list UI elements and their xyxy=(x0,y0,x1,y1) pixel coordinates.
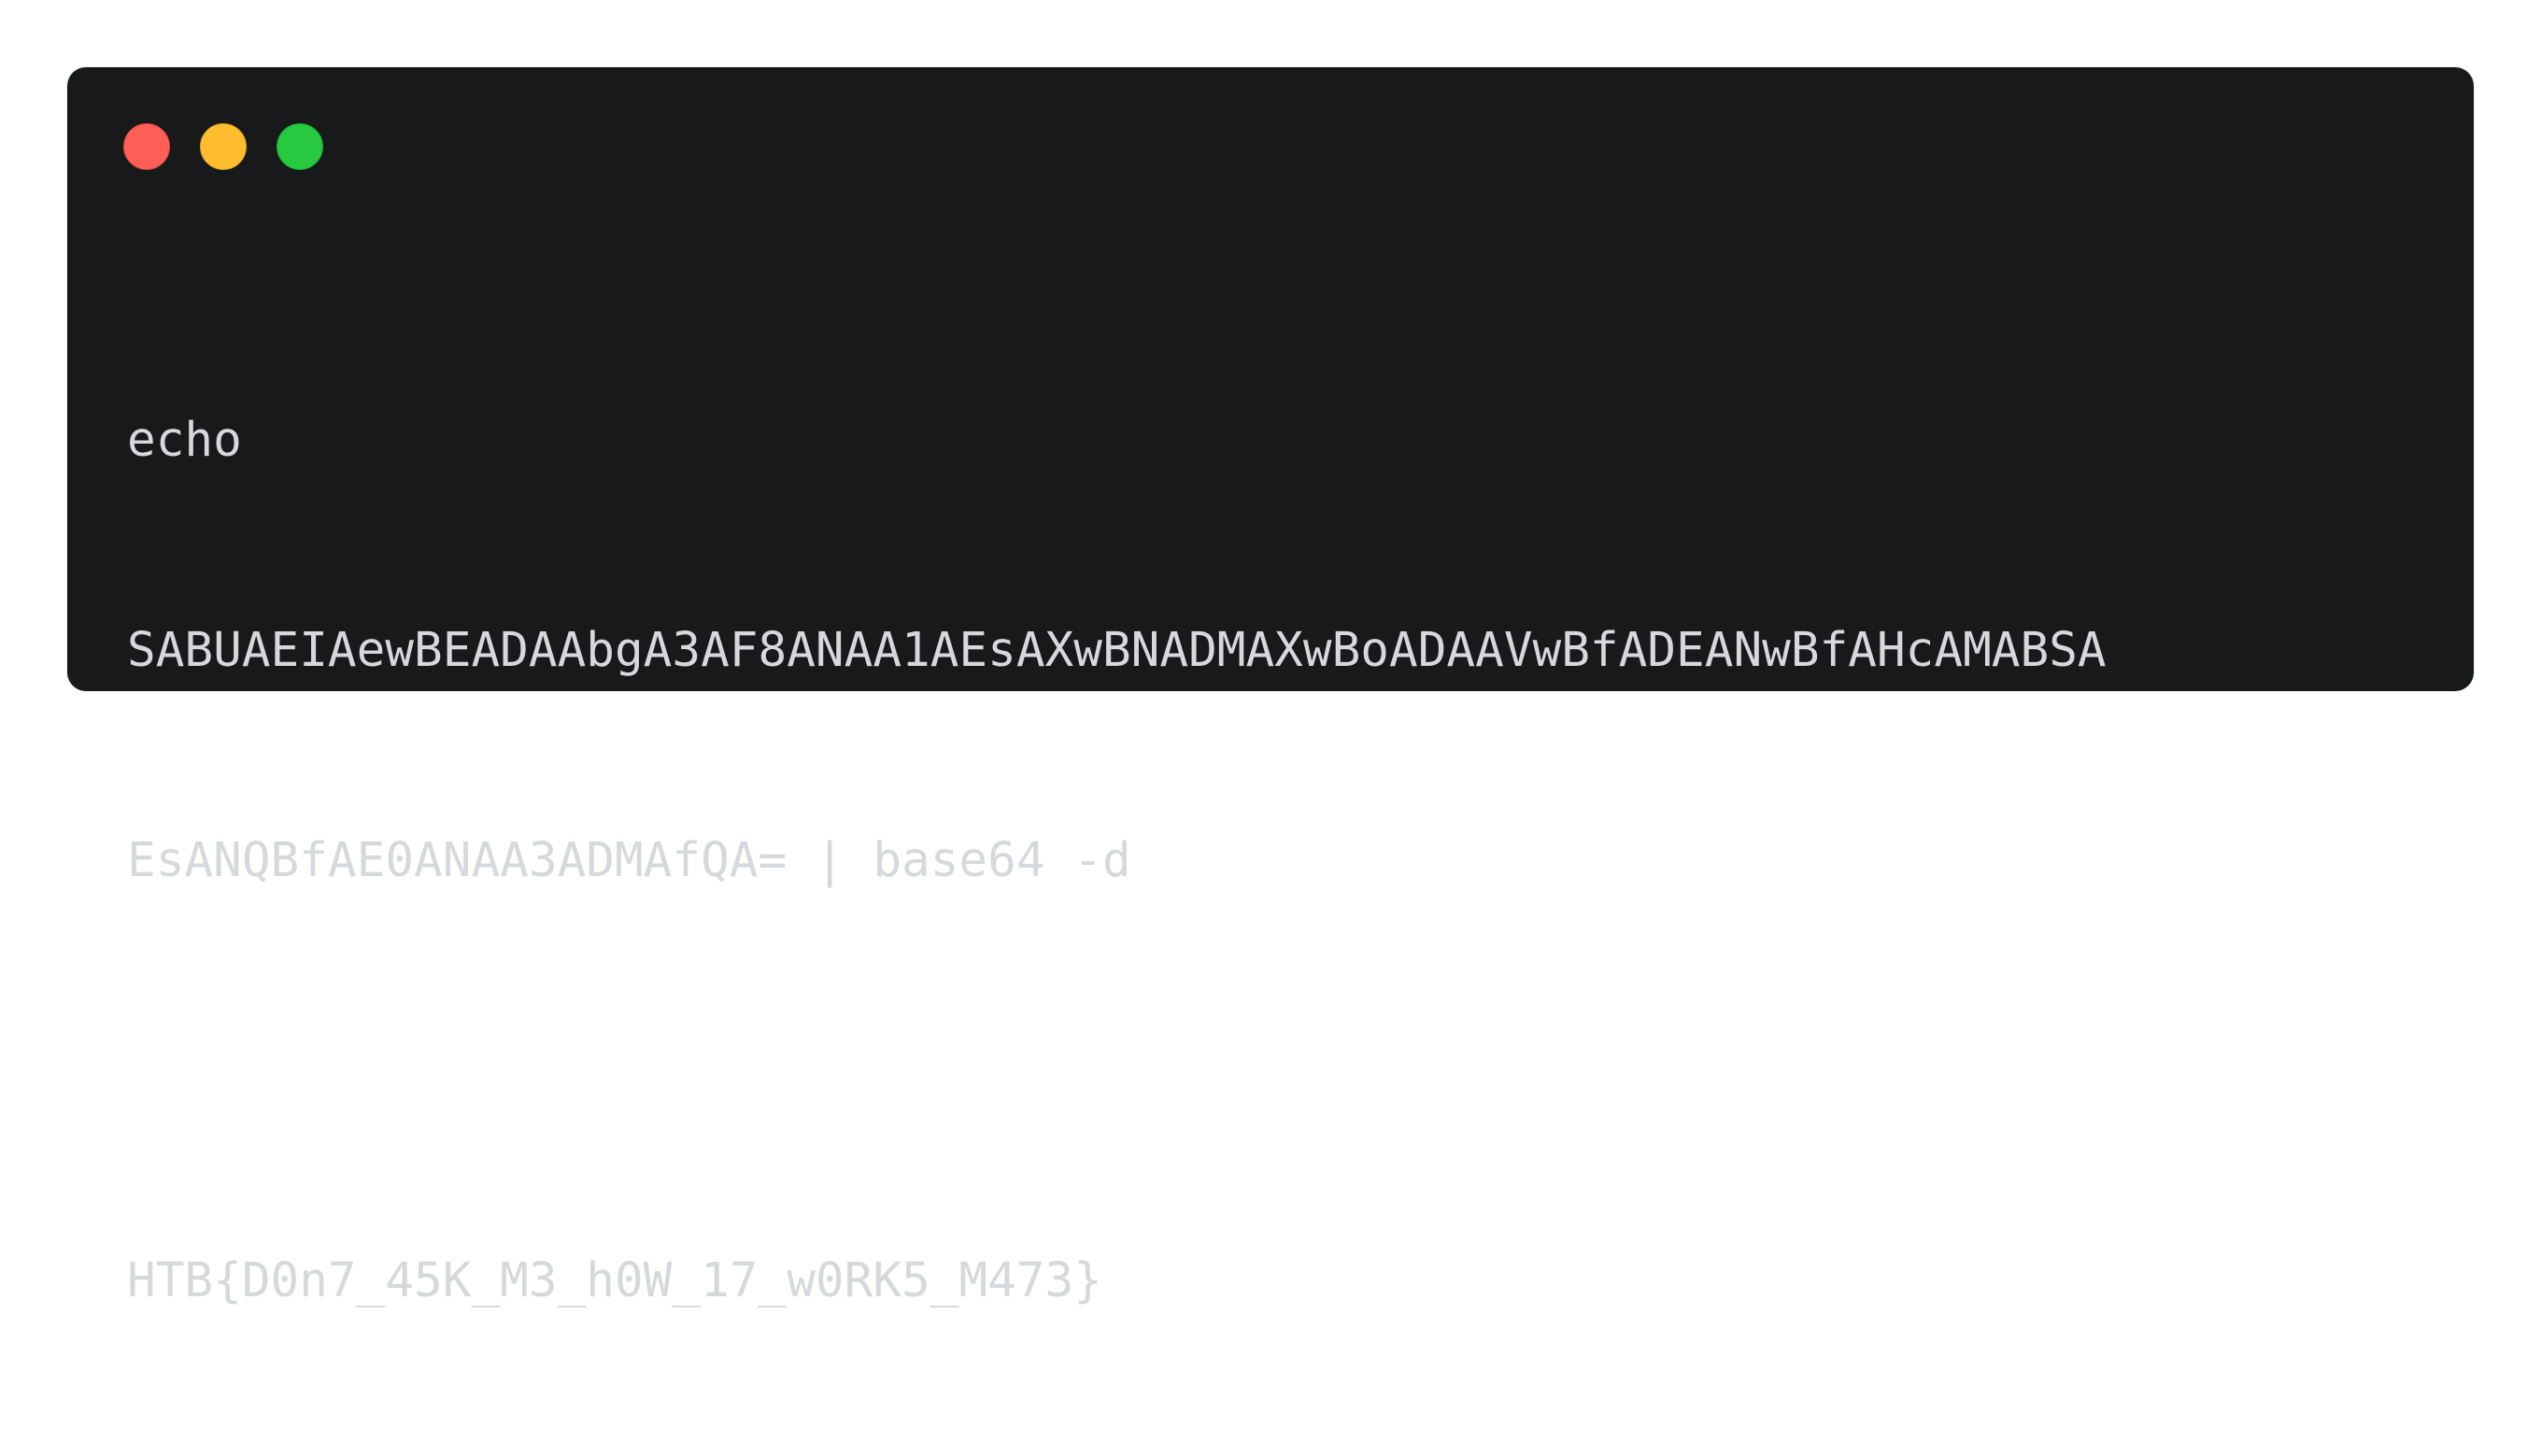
code-line-base64-part1: SABUAEIAewBEADAAbgA3AF8ANAA1AEsAXwBNADMA… xyxy=(127,623,2107,678)
minimize-icon[interactable] xyxy=(200,123,247,170)
code-line-output: HTB{D0n7_45K_M3_h0W_17_w0RK5_M473} xyxy=(127,1253,1102,1308)
close-icon[interactable] xyxy=(123,123,170,170)
code-line-command: echo xyxy=(127,413,242,468)
terminal-window: echo SABUAEIAewBEADAAbgA3AF8ANAA1AEsAXwB… xyxy=(67,67,2474,1308)
code-block: echo SABUAEIAewBEADAAbgA3AF8ANAA1AEsAXwB… xyxy=(127,265,2436,1456)
maximize-icon[interactable] xyxy=(277,123,323,170)
code-line-base64-part2: EsANQBfAE0ANAA3ADMAfQA= | base64 -d xyxy=(127,833,1131,888)
window-controls xyxy=(123,123,323,170)
